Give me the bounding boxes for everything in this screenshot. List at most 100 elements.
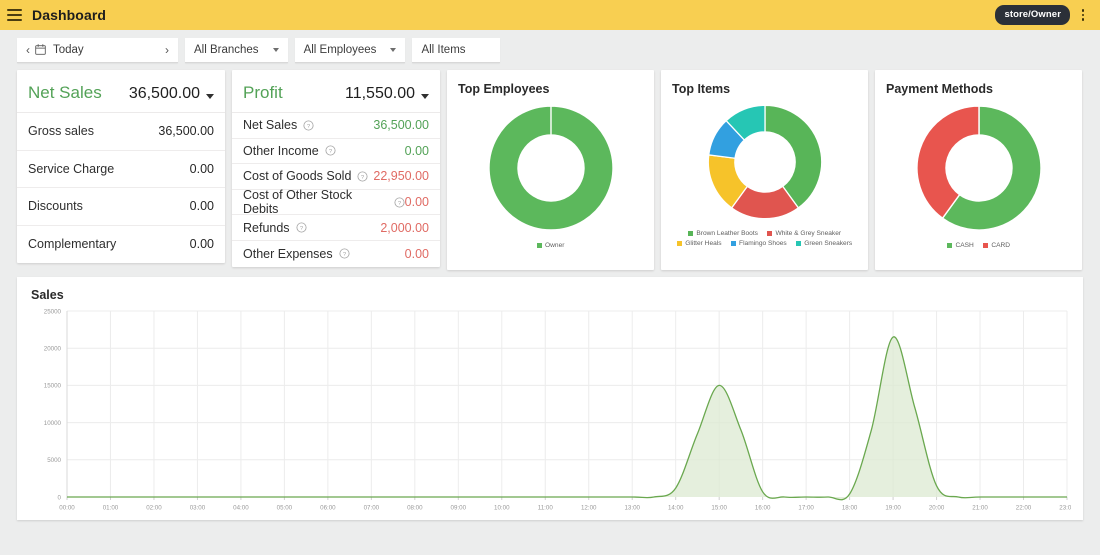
net-sales-rows: Gross sales 36,500.00 Service Charge 0.00 Di… bbox=[17, 113, 225, 263]
x-axis-tick-label: 09:00 bbox=[451, 505, 467, 512]
x-axis-tick-label: 04:00 bbox=[233, 505, 249, 512]
top-employees-title: Top Employees bbox=[458, 82, 550, 96]
info-icon[interactable]: ? bbox=[303, 120, 314, 131]
net-sales-row-label: Complementary bbox=[28, 237, 117, 252]
profit-row-label: Net Sales bbox=[243, 118, 298, 133]
x-axis-tick-label: 14:00 bbox=[668, 505, 684, 512]
net-sales-row-value: 0.00 bbox=[189, 237, 214, 252]
payment-methods-donut-wrap: CASH CARD bbox=[885, 98, 1072, 249]
top-items-legend-item[interactable]: Flamingo Shoes bbox=[730, 240, 787, 247]
kpi-card-row: Net Sales 36,500.00 Gross sales 36,500.00… bbox=[0, 70, 1100, 270]
top-employees-donut-chart[interactable] bbox=[481, 98, 621, 238]
profit-rows: Net Sales? 36,500.00 Other Income? 0.00 Cost… bbox=[232, 113, 440, 267]
legend-label: White & Grey Sneaker bbox=[775, 230, 842, 237]
profit-row-value: 22,950.00 bbox=[373, 169, 429, 184]
payment-methods-legend-item[interactable]: CASH bbox=[946, 242, 974, 249]
net-sales-row-value: 0.00 bbox=[189, 199, 214, 214]
profit-row: Cost of Goods Sold? 22,950.00 bbox=[232, 164, 440, 190]
net-sales-dropdown-icon[interactable] bbox=[206, 93, 214, 99]
profit-dropdown-icon[interactable] bbox=[421, 93, 429, 99]
legend-label: Glitter Heals bbox=[685, 240, 722, 247]
y-axis-tick-label: 5000 bbox=[47, 457, 61, 464]
chevron-down-icon bbox=[390, 47, 397, 52]
app-header: Dashboard store/Owner bbox=[0, 0, 1100, 30]
legend-label: CASH bbox=[955, 242, 974, 249]
payment-methods-legend: CASH CARD bbox=[945, 242, 1012, 249]
chevron-right-icon[interactable]: › bbox=[162, 44, 172, 56]
x-axis-tick-label: 06:00 bbox=[320, 505, 336, 512]
user-badge[interactable]: store/Owner bbox=[995, 5, 1070, 25]
x-axis-tick-label: 11:00 bbox=[538, 505, 554, 512]
items-filter-input[interactable]: All Items bbox=[412, 37, 501, 63]
top-items-legend-item[interactable]: Glitter Heals bbox=[676, 240, 722, 247]
net-sales-row-label: Gross sales bbox=[28, 124, 94, 139]
sales-title: Sales bbox=[31, 288, 64, 302]
profit-row: Net Sales? 36,500.00 bbox=[232, 113, 440, 139]
top-items-legend-item[interactable]: Brown Leather Boots bbox=[687, 230, 758, 237]
top-items-title: Top Items bbox=[672, 82, 731, 96]
profit-row-label-group: Cost of Other Stock Debits? bbox=[243, 188, 405, 216]
profit-row-label: Refunds bbox=[243, 220, 290, 235]
kebab-menu-icon[interactable] bbox=[1076, 7, 1090, 23]
calendar-icon bbox=[35, 44, 46, 55]
top-items-legend-item[interactable]: Green Sneakers bbox=[795, 240, 852, 247]
info-icon[interactable]: ? bbox=[339, 248, 350, 259]
branches-filter-label: All Branches bbox=[194, 43, 259, 56]
chevron-left-icon[interactable]: ‹ bbox=[23, 44, 33, 56]
legend-swatch bbox=[536, 243, 542, 248]
x-axis-tick-label: 00:00 bbox=[59, 505, 75, 512]
y-axis-tick-label: 25000 bbox=[44, 308, 62, 315]
employees-filter[interactable]: All Employees bbox=[294, 37, 406, 63]
date-value-group: Today bbox=[33, 44, 162, 56]
x-axis-tick-label: 20:00 bbox=[929, 505, 945, 512]
top-employees-slice[interactable] bbox=[487, 105, 614, 231]
items-filter-label: All Items bbox=[421, 43, 466, 56]
profit-row-value: 36,500.00 bbox=[373, 118, 429, 133]
profit-header: Profit 11,550.00 bbox=[232, 70, 440, 113]
profit-row: Other Income? 0.00 bbox=[232, 139, 440, 165]
profit-value-group: 11,550.00 bbox=[345, 85, 429, 103]
net-sales-row-value: 0.00 bbox=[189, 161, 214, 176]
net-sales-value-group: 36,500.00 bbox=[129, 85, 214, 103]
profit-row-value: 0.00 bbox=[404, 246, 429, 261]
profit-value: 11,550.00 bbox=[345, 85, 415, 102]
sales-area-chart[interactable]: 0 5000 10000 15000 20000 25000 00:00 01:00 02:00… bbox=[25, 303, 1071, 521]
profit-title: Profit bbox=[243, 83, 283, 102]
profit-row-label-group: Cost of Goods Sold? bbox=[243, 169, 368, 183]
net-sales-row: Complementary 0.00 bbox=[17, 226, 225, 264]
top-items-legend-item[interactable]: White & Grey Sneaker bbox=[766, 230, 842, 237]
top-items-donut-chart[interactable] bbox=[701, 98, 829, 226]
x-axis-tick-label: 15:00 bbox=[711, 505, 727, 512]
info-icon[interactable]: ? bbox=[296, 222, 307, 233]
net-sales-title: Net Sales bbox=[28, 83, 102, 102]
info-icon[interactable]: ? bbox=[357, 171, 368, 182]
date-value-label: Today bbox=[53, 43, 84, 56]
x-axis-tick-label: 12:00 bbox=[581, 505, 597, 512]
svg-text:?: ? bbox=[329, 149, 333, 155]
x-axis-tick-label: 19:00 bbox=[885, 505, 901, 512]
legend-swatch bbox=[795, 241, 801, 246]
branches-filter[interactable]: All Branches bbox=[185, 37, 288, 63]
payment-methods-donut-chart[interactable] bbox=[909, 98, 1049, 238]
date-range-picker[interactable]: ‹ Today › bbox=[17, 37, 178, 63]
info-icon[interactable]: ? bbox=[325, 145, 336, 156]
top-employees-legend-item[interactable]: Owner bbox=[536, 242, 564, 249]
payment-methods-legend-item[interactable]: CARD bbox=[982, 242, 1010, 249]
profit-row: Refunds? 2,000.00 bbox=[232, 215, 440, 241]
x-axis-tick-label: 21:00 bbox=[972, 505, 988, 512]
profit-row-label: Other Expenses bbox=[243, 246, 333, 261]
legend-swatch bbox=[946, 243, 952, 248]
profit-row-label-group: Refunds? bbox=[243, 221, 307, 235]
y-axis-tick-label: 20000 bbox=[44, 346, 62, 353]
info-icon[interactable]: ? bbox=[394, 197, 405, 208]
legend-label: CARD bbox=[991, 242, 1010, 249]
x-axis-tick-label: 02:00 bbox=[146, 505, 162, 512]
x-axis-tick-label: 18:00 bbox=[842, 505, 858, 512]
y-axis-tick-label: 15000 bbox=[44, 383, 62, 390]
net-sales-value: 36,500.00 bbox=[128, 85, 200, 102]
svg-text:?: ? bbox=[398, 200, 402, 206]
net-sales-row-label: Service Charge bbox=[28, 161, 115, 176]
legend-swatch bbox=[687, 231, 693, 236]
hamburger-icon[interactable] bbox=[7, 9, 22, 21]
profit-row: Other Expenses? 0.00 bbox=[232, 241, 440, 267]
